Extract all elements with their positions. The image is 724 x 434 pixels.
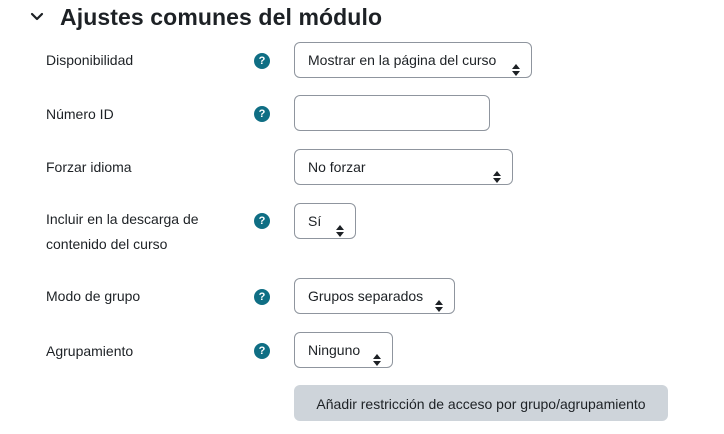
group-mode-label: Modo de grupo bbox=[46, 288, 141, 304]
add-group-restriction-button[interactable]: Añadir restricción de acceso por grupo/a… bbox=[294, 385, 668, 421]
id-number-label: Número ID bbox=[46, 106, 114, 122]
availability-select[interactable]: Mostrar en la página del curso bbox=[294, 42, 532, 78]
force-language-select-value: No forzar bbox=[308, 159, 366, 175]
sort-caret-icon bbox=[435, 290, 443, 312]
sort-caret-icon bbox=[373, 344, 381, 366]
help-icon[interactable]: ? bbox=[254, 343, 270, 359]
id-number-input[interactable] bbox=[294, 95, 490, 131]
help-icon[interactable]: ? bbox=[254, 53, 270, 69]
module-common-settings-page: Ajustes comunes del módulo Disponibilida… bbox=[0, 0, 724, 434]
availability-label: Disponibilidad bbox=[46, 52, 134, 68]
section-title: Ajustes comunes del módulo bbox=[60, 3, 383, 30]
force-language-select[interactable]: No forzar bbox=[294, 149, 513, 185]
sort-caret-icon bbox=[336, 215, 344, 237]
sort-caret-icon bbox=[512, 54, 520, 76]
group-mode-select[interactable]: Grupos separados bbox=[294, 278, 455, 314]
chevron-down-icon[interactable] bbox=[28, 8, 46, 26]
grouping-label: Agrupamiento bbox=[46, 343, 134, 359]
grouping-select-value: Ninguno bbox=[308, 342, 361, 358]
help-icon[interactable]: ? bbox=[254, 106, 270, 122]
sort-caret-icon bbox=[493, 161, 501, 183]
include-download-label-line2: contenido del curso bbox=[46, 236, 168, 252]
grouping-select[interactable]: Ninguno bbox=[294, 332, 393, 368]
availability-select-value: Mostrar en la página del curso bbox=[308, 52, 497, 68]
include-download-select[interactable]: Sí bbox=[294, 203, 356, 239]
include-download-label-line1: Incluir en la descarga de bbox=[46, 211, 199, 227]
include-download-select-value: Sí bbox=[308, 213, 322, 229]
help-icon[interactable]: ? bbox=[254, 213, 270, 229]
help-icon[interactable]: ? bbox=[254, 289, 270, 305]
section-toggle[interactable]: Ajustes comunes del módulo bbox=[28, 0, 382, 34]
group-mode-select-value: Grupos separados bbox=[308, 288, 424, 304]
force-language-label: Forzar idioma bbox=[46, 159, 132, 175]
